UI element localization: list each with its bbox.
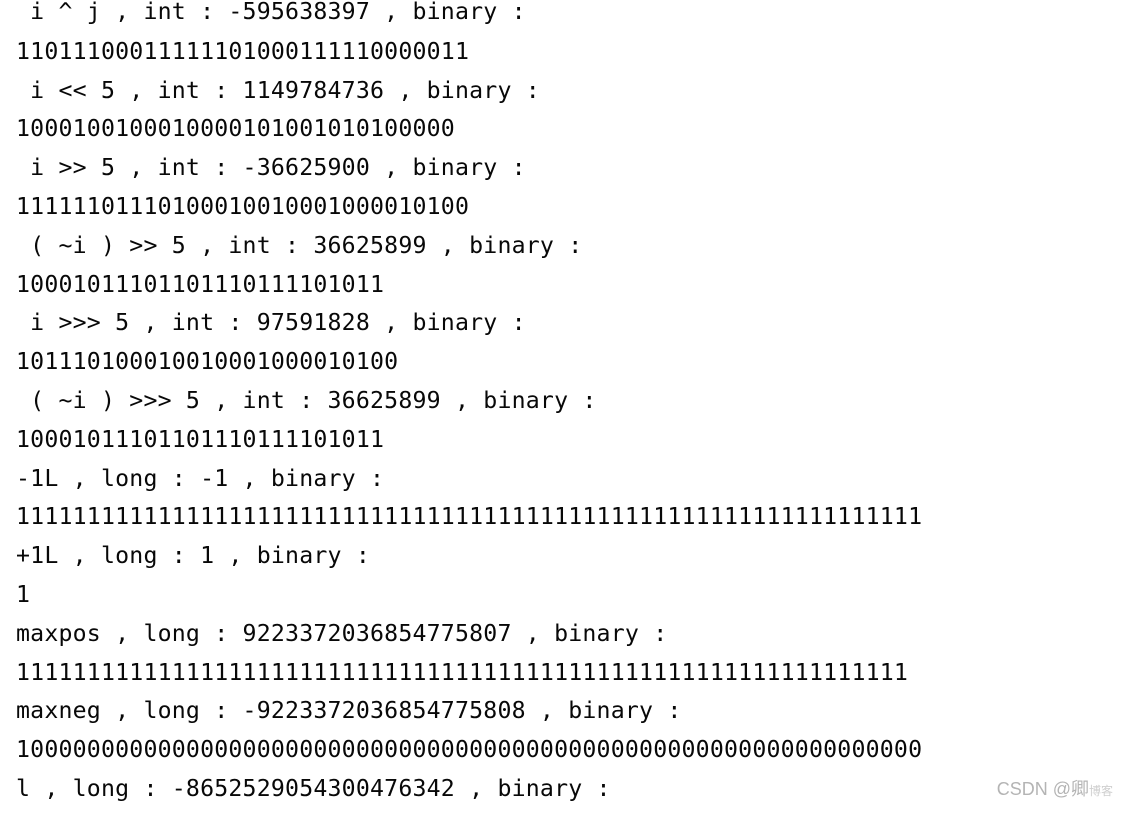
watermark-text: CSDN @卿	[996, 779, 1089, 799]
output-line: ( ~i ) >>> 5 , int : 36625899 , binary :	[16, 386, 597, 414]
output-line: 10001011101101110111101011	[16, 425, 385, 453]
output-line: 101110100010010001000010100	[16, 348, 399, 376]
output-line: ( ~i ) >> 5 , int : 36625899 , binary :	[16, 231, 583, 259]
output-line: maxpos , long : 9223372036854775807 , bi…	[16, 619, 668, 647]
output-line: 1000100100010000101001010100000	[16, 115, 455, 143]
output-line: i >>> 5 , int : 97591828 , binary :	[16, 309, 526, 337]
console-output: i ^ j , int : -595638397 , binary : 1101…	[16, 0, 922, 815]
output-line: 1	[16, 580, 31, 608]
output-line: i << 5 , int : 1149784736 , binary :	[16, 76, 540, 104]
output-line: i ^ j , int : -595638397 , binary :	[16, 0, 526, 25]
output-line: i >> 5 , int : -36625900 , binary :	[16, 154, 526, 182]
output-line: 10001011101101110111101011	[16, 270, 385, 298]
watermark-faint-text: 博客	[1088, 784, 1113, 798]
output-line: l , long : -8652529054300476342 , binary…	[16, 774, 611, 802]
output-line: 11111101110100010010001000010100	[16, 192, 470, 220]
output-line: maxneg , long : -9223372036854775808 , b…	[16, 697, 682, 725]
output-line: -1L , long : -1 , binary :	[16, 464, 385, 492]
csdn-watermark: CSDN @卿博客	[997, 775, 1113, 801]
output-line: 1111111111111111111111111111111111111111…	[16, 503, 923, 531]
output-line: 1111111111111111111111111111111111111111…	[16, 658, 909, 686]
output-line: 11011100011111101000111110000011	[16, 37, 470, 65]
output-line: +1L , long : 1 , binary :	[16, 542, 371, 570]
output-line: 1000000000000000000000000000000000000000…	[16, 736, 923, 764]
